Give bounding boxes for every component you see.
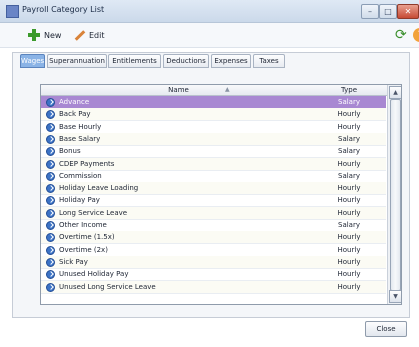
cell-type: Hourly [337, 233, 361, 242]
scrollbar-thumb[interactable] [390, 99, 401, 291]
arrow-circle-icon[interactable] [46, 245, 55, 255]
table-row[interactable]: CDEP Payments Hourly [41, 157, 386, 171]
grid-rows: Advance Salary Back Pay Hourly Base Hourly Ho… [41, 96, 386, 304]
arrow-circle-icon[interactable] [46, 233, 55, 243]
scroll-up-icon[interactable]: ▲ [389, 86, 401, 99]
table-row[interactable]: Sick Pay Hourly [41, 255, 386, 269]
cell-name: Overtime (1.5x) [59, 233, 115, 242]
table-row[interactable]: Unused Long Service Leave Hourly [41, 280, 386, 294]
maximize-button[interactable]: □ [379, 4, 397, 19]
payroll-category-window: Payroll Category List – □ ✕ New Edit ⟳ ?… [0, 0, 419, 347]
cell-type: Hourly [337, 122, 361, 131]
cell-type: Salary [338, 134, 360, 143]
title-bar[interactable]: Payroll Category List – □ ✕ [0, 0, 419, 23]
arrow-circle-icon[interactable] [46, 171, 55, 181]
table-row[interactable]: Holiday Pay Hourly [41, 194, 386, 208]
cell-name: Back Pay [59, 110, 91, 119]
cell-name: Holiday Pay [59, 196, 100, 205]
tab-deductions[interactable]: Deductions [163, 54, 209, 68]
cell-name: Overtime (2x) [59, 245, 108, 254]
cell-type: Hourly [337, 257, 361, 266]
arrow-circle-icon[interactable] [46, 98, 55, 107]
arrow-circle-icon[interactable] [46, 257, 55, 267]
grid-header: Name ▲ Type [41, 85, 401, 96]
refresh-icon[interactable]: ⟳ [395, 28, 409, 42]
table-row[interactable]: Commission Salary [41, 170, 386, 183]
cell-name: Unused Long Service Leave [59, 282, 156, 291]
minimize-button[interactable]: – [361, 4, 379, 19]
new-button[interactable]: New [28, 27, 61, 43]
tab-taxes[interactable]: Taxes [253, 54, 285, 68]
arrow-circle-icon[interactable] [46, 134, 55, 144]
column-header-name[interactable]: Name [41, 85, 316, 95]
cell-type: Hourly [337, 196, 361, 205]
cell-name: Holiday Leave Loading [59, 184, 139, 193]
arrow-circle-icon[interactable] [46, 196, 55, 206]
cell-name: Bonus [59, 147, 81, 156]
arrow-circle-icon[interactable] [46, 221, 55, 230]
table-row[interactable]: Advance Salary [41, 96, 386, 109]
arrow-circle-icon[interactable] [46, 110, 55, 120]
pencil-icon [73, 29, 85, 41]
vertical-scrollbar[interactable]: ▲ ▼ [387, 85, 401, 304]
arrow-circle-icon[interactable] [46, 208, 55, 218]
scroll-down-icon[interactable]: ▼ [389, 290, 401, 303]
plus-icon [28, 29, 40, 41]
tab-superannuation[interactable]: Superannuation [47, 54, 107, 68]
close-button[interactable]: Close [365, 321, 407, 337]
column-header-type[interactable]: Type [319, 85, 379, 95]
arrow-circle-icon[interactable] [46, 159, 55, 169]
table-row[interactable]: Base Hourly Hourly [41, 121, 386, 134]
table-row[interactable]: Long Service Leave Hourly [41, 206, 386, 220]
help-icon[interactable]: ? [413, 28, 419, 42]
arrow-circle-icon[interactable] [46, 184, 55, 194]
table-row[interactable]: Holiday Leave Loading Hourly [41, 182, 386, 196]
payroll-category-grid: Name ▲ Type Advance Salary Back Pay Hourly B… [40, 84, 402, 305]
arrow-circle-icon[interactable] [46, 147, 55, 157]
table-row[interactable]: Back Pay Hourly [41, 108, 386, 122]
cell-name: CDEP Payments [59, 159, 115, 168]
table-row[interactable]: Other Income Salary [41, 219, 386, 232]
cell-type: Hourly [337, 282, 361, 291]
cell-name: Other Income [59, 221, 107, 229]
cell-name: Base Salary [59, 134, 101, 143]
arrow-circle-icon[interactable] [46, 270, 55, 280]
cell-name: Sick Pay [59, 257, 88, 266]
new-label: New [44, 30, 62, 40]
cell-type: Salary [338, 147, 360, 156]
cell-type: Hourly [337, 208, 361, 217]
cell-type: Hourly [337, 110, 361, 119]
edit-button[interactable]: Edit [73, 27, 105, 43]
app-icon [6, 5, 19, 18]
cell-type: Salary [338, 171, 360, 180]
cell-type: Hourly [337, 245, 361, 254]
cell-name: Long Service Leave [59, 208, 128, 217]
tab-wages[interactable]: Wages [20, 54, 45, 68]
tab-entitlements[interactable]: Entitlements [108, 54, 161, 68]
sort-arrow-icon: ▲ [225, 86, 230, 93]
cell-type: Hourly [337, 270, 361, 279]
table-row[interactable]: Base Salary Salary [41, 132, 386, 146]
cell-type: Hourly [337, 184, 361, 193]
cell-name: Commission [59, 171, 102, 180]
cell-type: Salary [338, 98, 360, 106]
toolbar: New Edit ⟳ ? [0, 23, 419, 48]
table-row[interactable]: Overtime (2x) Hourly [41, 244, 386, 257]
edit-label: Edit [89, 30, 105, 40]
window-title: Payroll Category List [22, 5, 105, 14]
cell-name: Unused Holiday Pay [59, 270, 129, 279]
cell-type: Salary [338, 221, 360, 229]
arrow-circle-icon[interactable] [46, 282, 55, 292]
tab-expenses[interactable]: Expenses [211, 54, 251, 68]
cell-name: Advance [59, 98, 90, 106]
arrow-circle-icon[interactable] [46, 122, 55, 132]
table-row[interactable]: Unused Holiday Pay Hourly [41, 268, 386, 282]
cell-name: Base Hourly [59, 122, 102, 131]
close-window-button[interactable]: ✕ [397, 4, 419, 19]
table-row[interactable]: Overtime (1.5x) Hourly [41, 231, 386, 245]
table-row[interactable]: Bonus Salary [41, 145, 386, 159]
cell-type: Hourly [337, 159, 361, 168]
